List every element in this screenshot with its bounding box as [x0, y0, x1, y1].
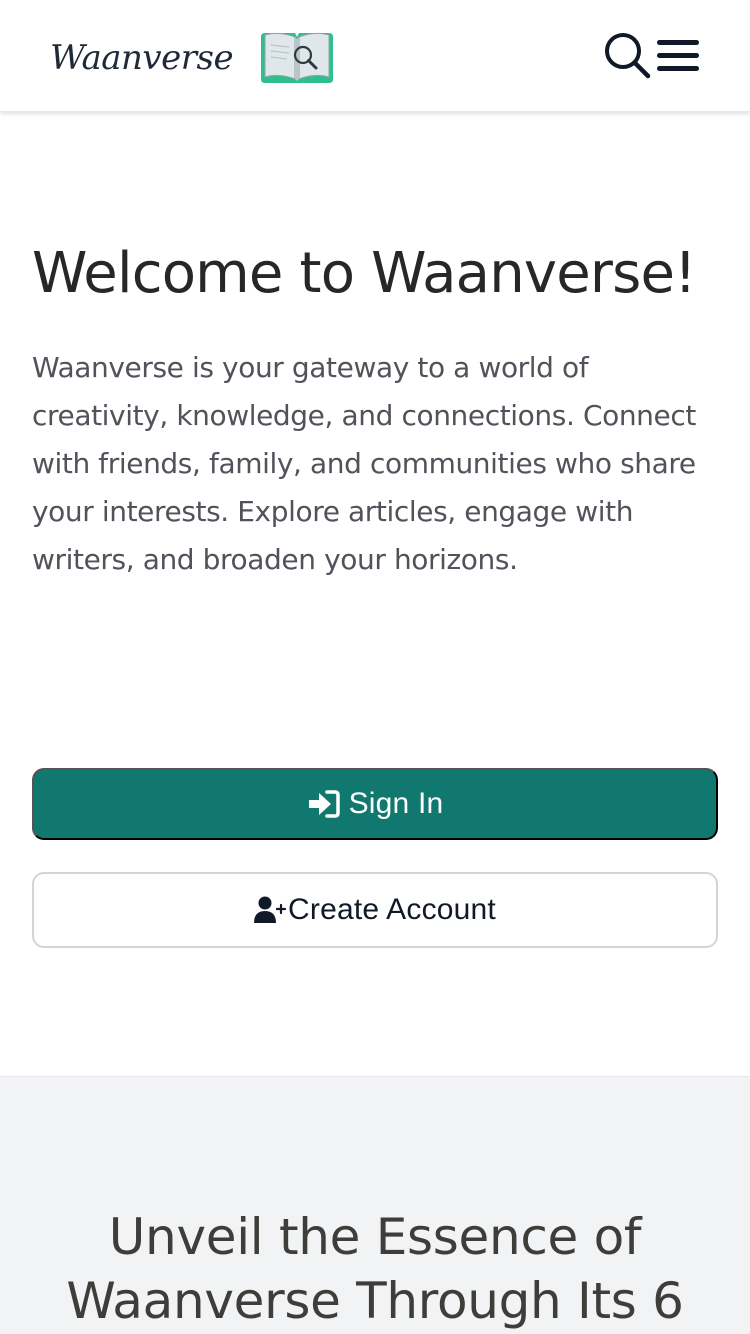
- header-actions: [602, 30, 700, 82]
- features-section: Unveil the Essence of Waanverse Through …: [0, 1076, 750, 1334]
- brand-link[interactable]: Waanverse: [50, 30, 337, 86]
- sign-in-button[interactable]: Sign In: [32, 768, 718, 840]
- site-header: Waanverse: [0, 0, 750, 112]
- hero-section: Welcome to Waanverse! Waanverse is your …: [32, 238, 718, 584]
- sign-in-arrow-icon: [308, 790, 340, 818]
- features-section-title: Unveil the Essence of Waanverse Through …: [66, 1208, 684, 1330]
- brand-name: Waanverse: [50, 38, 234, 78]
- user-plus-icon: [254, 896, 287, 923]
- create-account-label: Create Account: [288, 893, 496, 926]
- sign-in-label: Sign In: [348, 787, 444, 820]
- search-icon[interactable]: [602, 30, 654, 82]
- hamburger-menu-icon[interactable]: [656, 36, 700, 76]
- hero-title: Welcome to Waanverse!: [32, 241, 697, 306]
- hero-description: Waanverse is your gateway to a world of …: [32, 351, 696, 576]
- create-account-button[interactable]: Create Account: [32, 872, 718, 948]
- book-magnifier-logo-icon: [261, 32, 334, 83]
